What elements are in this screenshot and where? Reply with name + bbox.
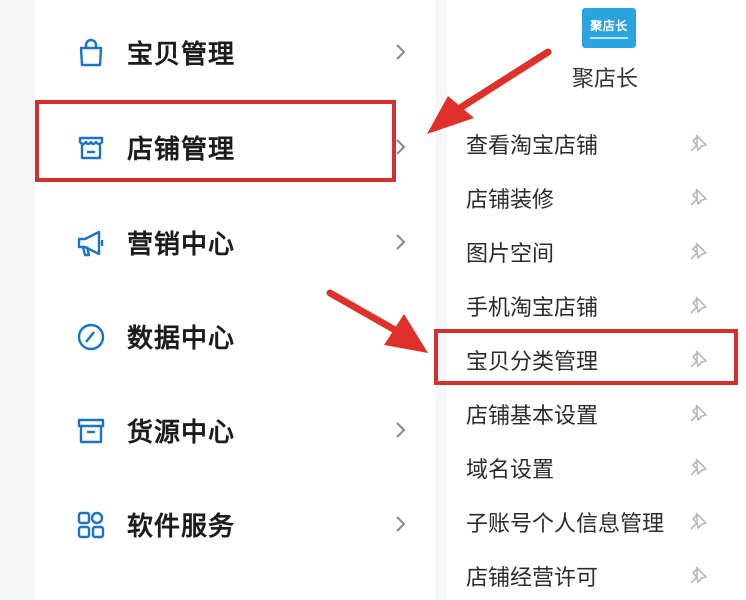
submenu-item-label: 店铺基本设置 <box>466 404 599 429</box>
nav-item-label: 数据中心 <box>127 324 236 354</box>
chevron-right-icon <box>395 42 407 62</box>
submenu-item-store-business-license[interactable]: 店铺经营许可 <box>447 550 746 600</box>
nav-item-supply-center[interactable]: 货源中心 <box>35 400 435 460</box>
submenu-item-image-space[interactable]: 图片空间 <box>447 226 746 276</box>
submenu-item-domain-settings[interactable]: 域名设置 <box>447 442 746 492</box>
submenu-item-subaccount-info-management[interactable]: 子账号个人信息管理 <box>447 496 746 546</box>
panel-divider <box>435 0 447 600</box>
pin-icon[interactable] <box>687 240 709 262</box>
nav-item-label: 宝贝管理 <box>127 40 236 70</box>
megaphone-icon <box>75 227 107 259</box>
chevron-right-icon <box>395 420 407 440</box>
pin-icon[interactable] <box>687 510 709 532</box>
submenu-item-store-decoration[interactable]: 店铺装修 <box>447 172 746 222</box>
pin-icon[interactable] <box>687 456 709 478</box>
app-logo[interactable]: 聚店长 <box>582 8 636 48</box>
bag-icon <box>75 37 107 69</box>
pin-icon[interactable] <box>687 186 709 208</box>
submenu-item-label: 查看淘宝店铺 <box>466 134 599 159</box>
pin-icon[interactable] <box>687 294 709 316</box>
logo-underline <box>590 37 628 39</box>
submenu-item-label: 手机淘宝店铺 <box>466 296 599 321</box>
pin-icon[interactable] <box>687 402 709 424</box>
pin-icon[interactable] <box>687 132 709 154</box>
nav-item-label: 营销中心 <box>127 230 236 260</box>
nav-item-software-services[interactable]: 软件服务 <box>35 494 435 554</box>
submenu-item-mobile-taobao-store[interactable]: 手机淘宝店铺 <box>447 280 746 330</box>
nav-item-product-management[interactable]: 宝贝管理 <box>35 22 435 82</box>
nav-item-label: 货源中心 <box>127 418 236 448</box>
box-icon <box>75 415 107 447</box>
nav-item-marketing-center[interactable]: 营销中心 <box>35 212 435 272</box>
submenu-item-label: 域名设置 <box>466 458 555 483</box>
chevron-right-icon <box>395 232 407 252</box>
submenu-item-store-basic-settings[interactable]: 店铺基本设置 <box>447 388 746 438</box>
pin-icon[interactable] <box>687 564 709 586</box>
submenu-item-view-taobao-store[interactable]: 查看淘宝店铺 <box>447 118 746 168</box>
apps-grid-icon <box>75 509 107 541</box>
chevron-right-icon <box>395 514 407 534</box>
app-name: 聚店长 <box>572 67 639 92</box>
nav-item-data-center[interactable]: 数据中心 <box>35 306 435 366</box>
app-logo-text: 聚店长 <box>590 19 628 33</box>
submenu-item-label: 店铺装修 <box>466 188 555 213</box>
highlight-box-category-management <box>434 329 738 385</box>
submenu-item-label: 店铺经营许可 <box>466 566 599 591</box>
compass-icon <box>75 321 107 353</box>
nav-item-label: 软件服务 <box>127 512 236 542</box>
submenu-item-label: 子账号个人信息管理 <box>466 512 665 537</box>
highlight-box-store-management <box>35 100 396 182</box>
submenu-item-label: 图片空间 <box>466 242 555 267</box>
chevron-right-icon <box>395 137 407 157</box>
